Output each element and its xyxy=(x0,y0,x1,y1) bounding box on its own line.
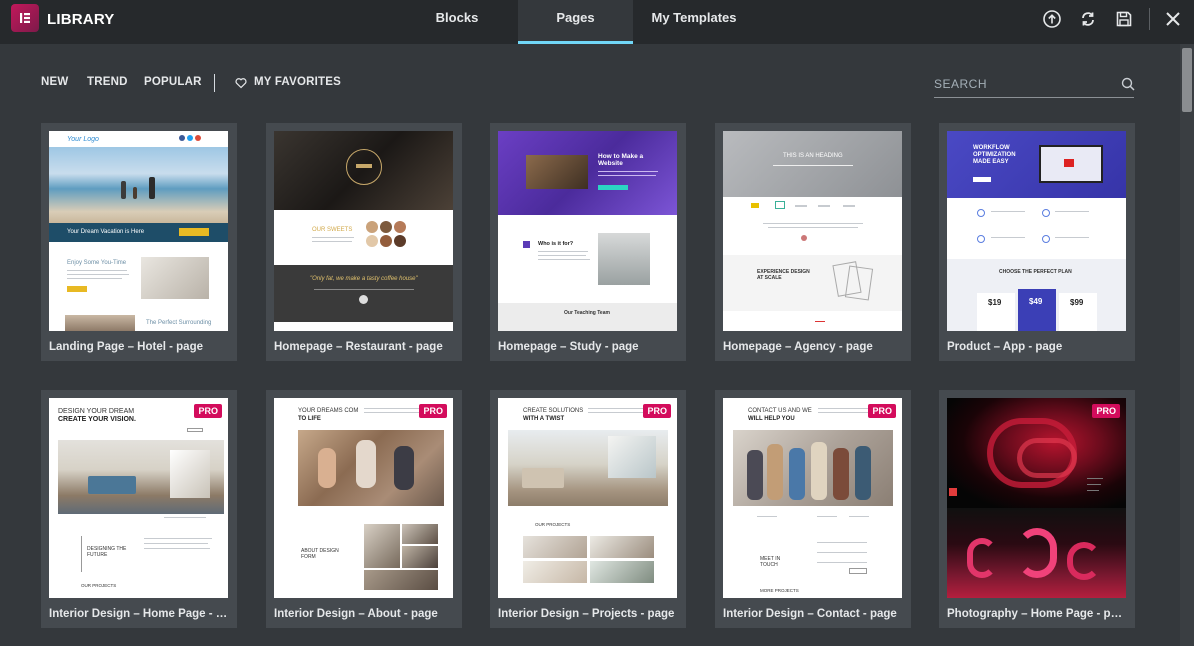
filter-new[interactable]: NEW xyxy=(41,76,68,88)
flamingo-photo xyxy=(947,508,1126,598)
tab-blocks[interactable]: Blocks xyxy=(418,0,496,44)
template-title: Interior Design – About - page xyxy=(274,608,438,620)
filter-my-favorites[interactable]: MY FAVORITES xyxy=(254,76,341,88)
thumb-banner-text: Your Dream Vacation is Here xyxy=(67,229,145,235)
thumb-int-home-3: DESIGNING THE FUTURE xyxy=(87,546,127,558)
template-card[interactable]: YOUR DREAMS COM TO LIFE ABOUT DESIGN FOR… xyxy=(266,390,462,628)
thumb-int-about-1: YOUR DREAMS COM xyxy=(298,408,359,414)
thumb-int-proj-2: WITH A TWIST xyxy=(523,416,565,422)
save-icon[interactable] xyxy=(1114,9,1134,29)
thumb-int-contact-3: MEET IN TOUCH xyxy=(760,556,781,568)
thumb-study-title: How to Make a Website xyxy=(598,153,644,167)
pro-badge: PRO xyxy=(1092,404,1120,418)
thumb-int-home-1: DESIGN YOUR DREAM xyxy=(58,408,135,415)
search-icon[interactable] xyxy=(1121,77,1135,91)
thumb-sweets-text: OUR SWEETS xyxy=(312,227,353,233)
template-card[interactable]: CONTACT US AND WE WILL HELP YOU MEET IN … xyxy=(715,390,911,628)
search-input[interactable] xyxy=(934,74,1114,94)
thumb-int-contact-2: WILL HELP YOU xyxy=(748,416,795,422)
template-thumbnail: WORKFLOW OPTIMIZATION MADE EASY CHOOSE T… xyxy=(947,131,1126,331)
template-title: Product – App - page xyxy=(947,341,1063,353)
template-card[interactable]: Your Logo Your Dream Vacation is Here En… xyxy=(41,123,237,361)
filter-divider xyxy=(214,74,215,92)
thumb-app-title: WORKFLOW OPTIMIZATION MADE EASY xyxy=(973,145,1016,165)
thumb-app-price-2: $49 xyxy=(1029,297,1043,306)
search-box xyxy=(934,72,1135,98)
template-title: Homepage – Study - page xyxy=(498,341,639,353)
template-title: Photography – Home Page - page xyxy=(947,608,1127,620)
template-thumbnail: How to Make a Website Who is it for? Our… xyxy=(498,131,677,331)
template-title: Homepage – Restaurant - page xyxy=(274,341,443,353)
pro-badge: PRO xyxy=(643,404,671,418)
thumb-agency-heading: THIS IS AN HEADING xyxy=(783,153,843,159)
thumb-int-about-2: TO LIFE xyxy=(298,416,321,422)
template-thumbnail: DESIGN YOUR DREAM CREATE YOUR VISION. DE… xyxy=(49,398,228,598)
pro-badge: PRO xyxy=(194,404,222,418)
thumb-int-contact-1: CONTACT US AND WE xyxy=(748,408,812,414)
template-title: Interior Design – Contact - page xyxy=(723,608,897,620)
thumb-int-proj-1: CREATE SOLUTIONS xyxy=(523,408,584,414)
template-thumbnail: THIS IS AN HEADING EXPERIENCE DESIGN AT … xyxy=(723,131,902,331)
template-card[interactable]: THIS IS AN HEADING EXPERIENCE DESIGN AT … xyxy=(715,123,911,361)
template-title: Landing Page – Hotel - page xyxy=(49,341,203,353)
heart-icon[interactable] xyxy=(235,77,247,89)
template-title: Interior Design – Projects - page xyxy=(498,608,675,620)
library-header: LIBRARY Blocks Pages My Templates xyxy=(0,0,1194,44)
thumb-int-contact-4: MORE PROJECTS xyxy=(760,588,799,593)
close-icon[interactable] xyxy=(1163,9,1183,29)
thumb-logo-text: Your Logo xyxy=(67,136,99,143)
pro-badge: PRO xyxy=(868,404,896,418)
template-thumbnail: PRO xyxy=(947,398,1126,598)
tab-pages[interactable]: Pages xyxy=(518,0,633,44)
thumb-int-home-4: OUR PROJECTS xyxy=(81,583,117,588)
thumb-section-text-2: The Perfect Surrounding xyxy=(146,320,212,326)
template-card[interactable]: How to Make a Website Who is it for? Our… xyxy=(490,123,686,361)
thumb-app-price-1: $19 xyxy=(988,298,1002,307)
template-card[interactable]: PRO Photography – Home Page - page xyxy=(939,390,1135,628)
thumb-section-text: Enjoy Some You-Time xyxy=(67,260,127,266)
template-card[interactable]: WORKFLOW OPTIMIZATION MADE EASY CHOOSE T… xyxy=(939,123,1135,361)
pro-badge: PRO xyxy=(419,404,447,418)
beach-photo xyxy=(49,147,228,223)
template-card[interactable]: DESIGN YOUR DREAM CREATE YOUR VISION. DE… xyxy=(41,390,237,628)
thumb-int-home-2: CREATE YOUR VISION. xyxy=(58,416,136,423)
upload-icon[interactable] xyxy=(1042,9,1062,29)
thumb-app-plan: CHOOSE THE PERFECT PLAN xyxy=(999,269,1072,275)
restaurant-photo xyxy=(274,131,453,210)
template-thumbnail: CONTACT US AND WE WILL HELP YOU MEET IN … xyxy=(723,398,902,598)
scrollbar-track[interactable] xyxy=(1180,44,1194,646)
tab-my-templates[interactable]: My Templates xyxy=(644,0,744,44)
thumb-int-about-3: ABOUT DESIGN FORM xyxy=(301,548,339,560)
template-title: Homepage – Agency - page xyxy=(723,341,873,353)
thumb-study-team: Our Teaching Team xyxy=(564,310,610,316)
sync-icon[interactable] xyxy=(1078,9,1098,29)
header-divider xyxy=(1149,8,1150,30)
library-title: LIBRARY xyxy=(47,11,115,28)
thumb-quote-text: "Only fat, we make a tasty coffee house" xyxy=(310,276,418,282)
template-card[interactable]: OUR SWEETS "Only fat, we make a tasty co… xyxy=(266,123,462,361)
template-thumbnail: YOUR DREAMS COM TO LIFE ABOUT DESIGN FOR… xyxy=(274,398,453,598)
template-card[interactable]: CREATE SOLUTIONS WITH A TWIST OUR PROJEC… xyxy=(490,390,686,628)
filter-popular[interactable]: POPULAR xyxy=(144,76,202,88)
thumb-agency-exp: EXPERIENCE DESIGN AT SCALE xyxy=(757,269,810,281)
filter-trend[interactable]: TREND xyxy=(87,76,128,88)
thumb-app-price-3: $99 xyxy=(1070,298,1084,307)
elementor-logo-icon xyxy=(20,13,30,23)
template-thumbnail: OUR SWEETS "Only fat, we make a tasty co… xyxy=(274,131,453,331)
template-title: Interior Design – Home Page - page xyxy=(49,608,229,620)
elementor-logo xyxy=(11,4,39,32)
thumb-int-proj-3: OUR PROJECTS xyxy=(535,522,571,527)
scrollbar-thumb[interactable] xyxy=(1182,48,1192,112)
template-thumbnail: Your Logo Your Dream Vacation is Here En… xyxy=(49,131,228,331)
thumb-study-who: Who is it for? xyxy=(538,241,574,247)
template-thumbnail: CREATE SOLUTIONS WITH A TWIST OUR PROJEC… xyxy=(498,398,677,598)
